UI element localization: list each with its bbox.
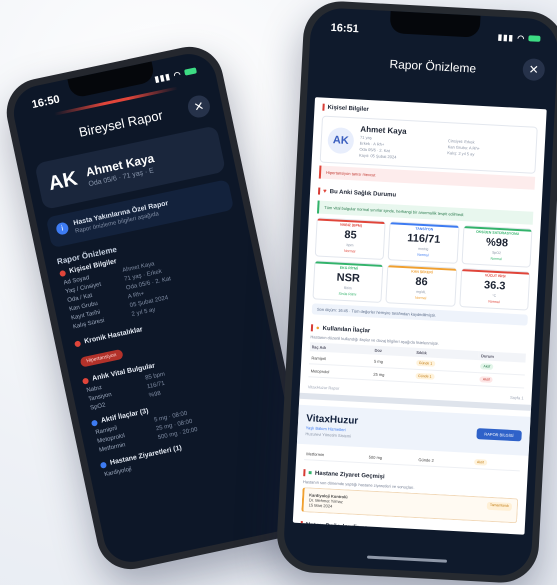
vital-card: EKG RİTMİ NSR Ritim Sinüs Ritmi bbox=[312, 260, 384, 303]
cell: Aktif bbox=[477, 372, 525, 389]
avatar: AK bbox=[46, 167, 80, 196]
status-icons: ▮▮▮ ◠ bbox=[498, 32, 541, 43]
cell: Metformin bbox=[304, 447, 368, 463]
vitals-grid: NABIZ (BPM) 85 bpm Normal TANSİYON 116/71 mmHg… bbox=[312, 217, 533, 311]
vital-card: KAN ŞEKERİ 86 mg/dL Normal bbox=[385, 264, 457, 307]
battery-icon bbox=[184, 67, 198, 77]
pill-icon: ● bbox=[315, 325, 320, 332]
vital-value: 85 bbox=[344, 228, 357, 242]
pill-icon bbox=[90, 419, 98, 427]
close-icon: ✕ bbox=[192, 98, 206, 115]
heart-icon bbox=[81, 377, 90, 385]
report-preview[interactable]: Kişisel Bilgiler AK Ahmet Kaya 71 yaş Er… bbox=[292, 97, 547, 535]
heart-icon bbox=[74, 339, 82, 347]
right-phone-screen: 16:51 ▮▮▮ ◠ Rapor Önizleme ✕ Kişisel Bil… bbox=[282, 6, 557, 578]
cell: Aktif bbox=[471, 455, 521, 471]
vital-value: 86 bbox=[415, 275, 428, 289]
page-title: Rapor Önizleme bbox=[389, 57, 477, 76]
vital-value: 116/71 bbox=[406, 232, 441, 246]
section-marker bbox=[300, 521, 303, 529]
cell: Günde 1 bbox=[412, 369, 479, 386]
battery-icon bbox=[528, 35, 541, 43]
vital-status: Normal bbox=[488, 299, 500, 305]
signal-icon: ▮▮▮ bbox=[153, 71, 172, 84]
vital-value: 36.3 bbox=[483, 279, 506, 293]
vital-card: VÜCUT ISISI 36.3 °C Normal bbox=[458, 268, 531, 311]
hospital-icon bbox=[99, 461, 107, 469]
wifi-icon: ◠ bbox=[516, 33, 526, 43]
section-marker bbox=[303, 469, 306, 477]
right-phone: 16:51 ▮▮▮ ◠ Rapor Önizleme ✕ Kişisel Bil… bbox=[275, 0, 557, 585]
vital-status: Normal bbox=[417, 252, 429, 258]
status-icons: ▮▮▮ ◠ bbox=[154, 66, 198, 84]
avatar: AK bbox=[327, 126, 355, 154]
cell: 25 mg bbox=[371, 367, 414, 383]
notch bbox=[389, 11, 481, 38]
bullet-icon bbox=[59, 269, 67, 277]
section-marker bbox=[317, 187, 321, 195]
cell: 500 mg bbox=[366, 450, 417, 466]
page-title: Bireysel Rapor bbox=[77, 107, 165, 140]
vital-status: Normal bbox=[343, 248, 356, 254]
signal-icon: ▮▮▮ bbox=[497, 32, 515, 43]
section-marker bbox=[310, 324, 314, 332]
close-button[interactable]: ✕ bbox=[185, 93, 213, 120]
section-marker bbox=[322, 103, 325, 111]
vital-card: OKSİJEN SATÜRASYONU %98 SpO2 Normal bbox=[461, 225, 533, 268]
vital-value: NSR bbox=[336, 271, 361, 285]
home-indicator bbox=[366, 555, 448, 563]
wifi-icon: ◠ bbox=[172, 69, 183, 80]
heart-icon: ♥ bbox=[322, 188, 327, 195]
vital-status: Normal bbox=[414, 295, 427, 301]
vital-card: TANSİYON 116/71 mmHg Normal bbox=[387, 221, 460, 264]
cell: Günde 2 bbox=[416, 453, 473, 469]
vital-status: Normal bbox=[490, 256, 502, 262]
close-icon: ✕ bbox=[528, 62, 540, 77]
info-icon: i bbox=[55, 221, 70, 236]
status-time: 16:50 bbox=[30, 93, 61, 112]
vital-status: Sinüs Ritmi bbox=[338, 291, 357, 297]
patient-card: AK Ahmet Kaya 71 yaş Erkek · A Rh+ Oda 0… bbox=[319, 115, 538, 174]
chronic-pill: Hipertansiyon bbox=[79, 348, 124, 368]
close-button[interactable]: ✕ bbox=[522, 58, 546, 82]
visit-status: Tamamlandı bbox=[486, 501, 513, 512]
hospital-icon: ■ bbox=[308, 469, 313, 477]
report-info-button[interactable]: RAPOR BİLGİSİ bbox=[476, 428, 522, 442]
vital-value: %98 bbox=[485, 236, 509, 250]
cell: Metoprolol bbox=[308, 363, 372, 381]
vital-card: NABIZ (BPM) 85 bpm Normal bbox=[314, 217, 386, 261]
